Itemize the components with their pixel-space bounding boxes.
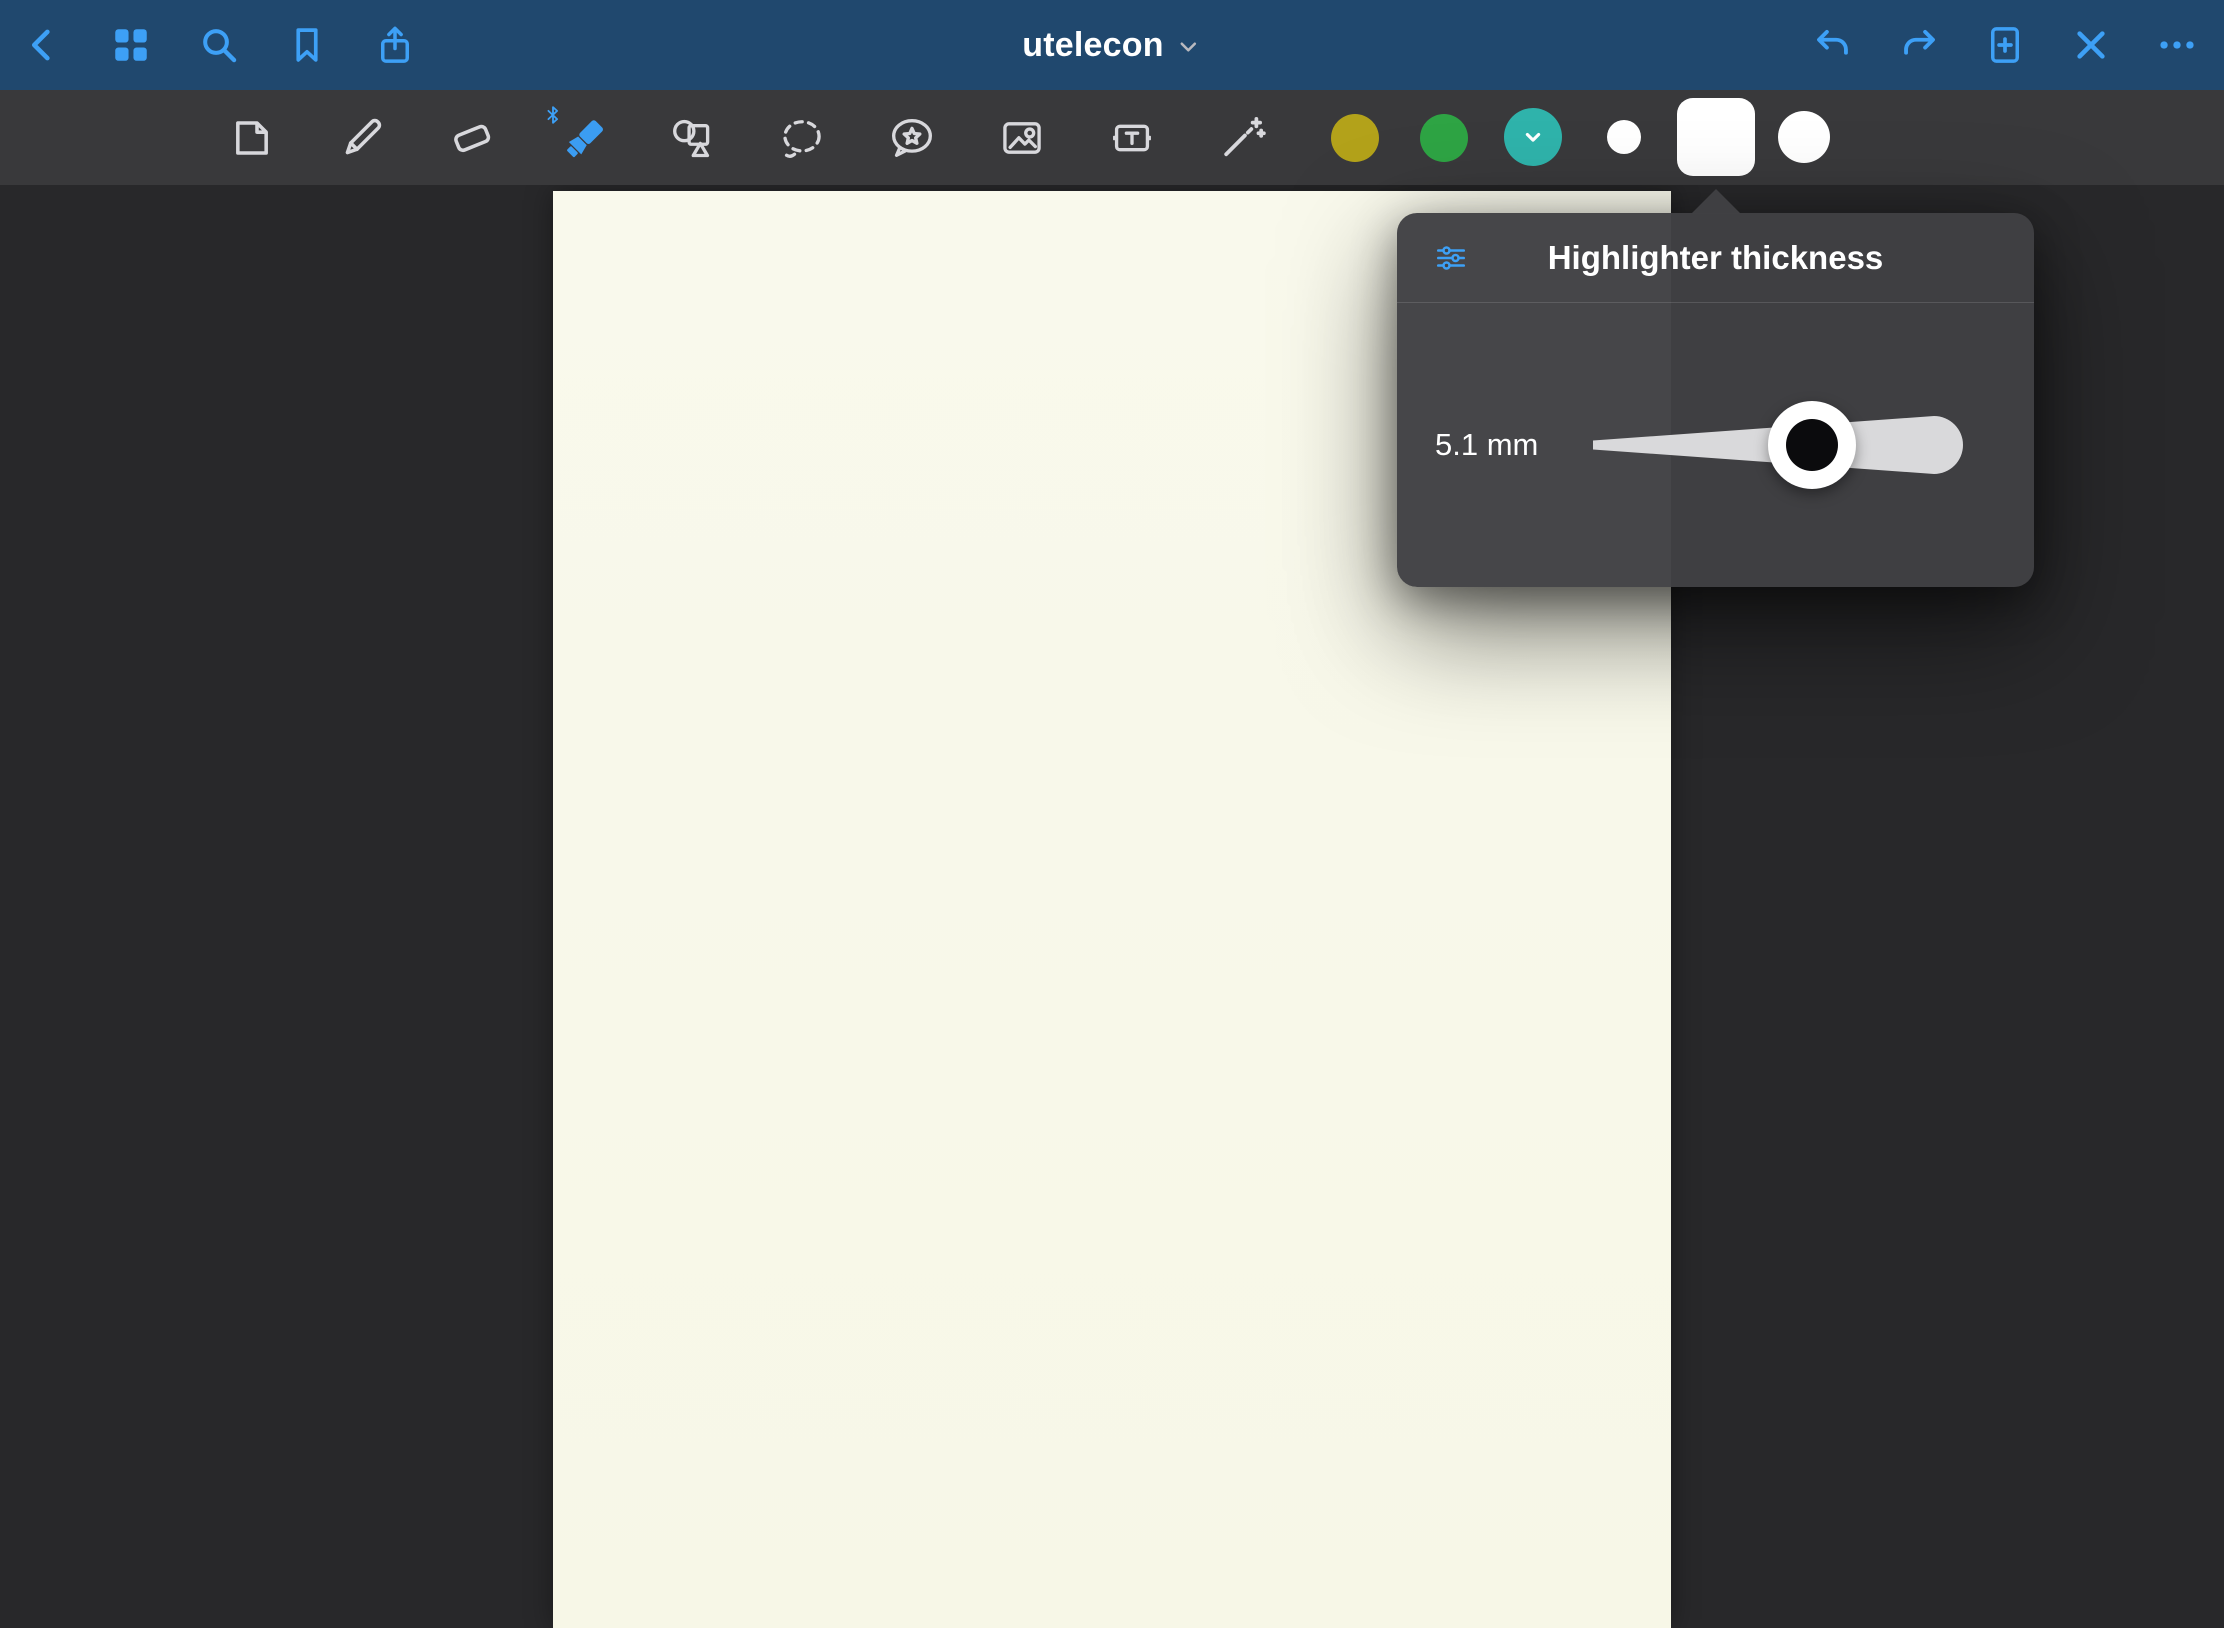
pen-icon bbox=[337, 113, 387, 163]
green-color-dot bbox=[1420, 114, 1468, 162]
sticker-star-icon bbox=[887, 113, 937, 163]
document-title-button[interactable]: utelecon bbox=[1016, 0, 1207, 90]
popup-callout-arrow bbox=[1691, 189, 1741, 214]
bookmark-button[interactable] bbox=[283, 21, 331, 69]
redo-icon bbox=[1898, 24, 1940, 66]
elements-tool[interactable] bbox=[880, 106, 944, 170]
popup-body: 5.1 mm bbox=[1397, 303, 2034, 587]
popup-header: Highlighter thickness bbox=[1397, 213, 2034, 303]
topbar-right-group bbox=[1809, 21, 2201, 69]
laser-pointer-icon bbox=[1217, 113, 1267, 163]
app-window: utelecon bbox=[0, 0, 2224, 1628]
thickness-dot-large bbox=[1778, 111, 1830, 163]
eraser-icon bbox=[447, 113, 497, 163]
shapes-icon bbox=[667, 113, 717, 163]
undo-button[interactable] bbox=[1809, 21, 1857, 69]
thickness-preset-small[interactable] bbox=[1607, 120, 1641, 154]
shapes-tool[interactable] bbox=[660, 106, 724, 170]
thickness-value-label: 5.1 mm bbox=[1435, 427, 1581, 463]
pen-tool[interactable] bbox=[330, 106, 394, 170]
thumbnails-grid-icon bbox=[110, 24, 152, 66]
share-icon bbox=[374, 24, 416, 66]
sliders-icon bbox=[1433, 240, 1469, 276]
zoom-window-tool[interactable] bbox=[220, 106, 284, 170]
yellow-color-dot bbox=[1331, 114, 1379, 162]
image-tool[interactable] bbox=[990, 106, 1054, 170]
laser-pointer-tool[interactable] bbox=[1210, 106, 1274, 170]
ellipsis-icon bbox=[2156, 24, 2198, 66]
thickness-preset-medium-selected[interactable] bbox=[1677, 98, 1755, 176]
chevron-down-icon bbox=[1176, 34, 1202, 60]
highlighter-tool[interactable] bbox=[550, 106, 614, 170]
tool-group bbox=[220, 106, 1274, 170]
more-button[interactable] bbox=[2153, 21, 2201, 69]
share-button[interactable] bbox=[371, 21, 419, 69]
undo-icon bbox=[1812, 24, 1854, 66]
thickness-preset-large[interactable] bbox=[1778, 111, 1830, 163]
text-icon bbox=[1107, 113, 1157, 163]
lasso-tool[interactable] bbox=[770, 106, 834, 170]
text-tool[interactable] bbox=[1100, 106, 1164, 170]
chevron-back-icon bbox=[22, 24, 64, 66]
slider-thumb[interactable] bbox=[1768, 401, 1856, 489]
search-button[interactable] bbox=[195, 21, 243, 69]
color-swatch-teal-selected[interactable] bbox=[1504, 108, 1562, 166]
topbar-left-group bbox=[19, 21, 419, 69]
highlighter-icon bbox=[557, 113, 607, 163]
close-button[interactable] bbox=[2067, 21, 2115, 69]
top-navigation-bar: utelecon bbox=[0, 0, 2224, 90]
thickness-dot-small bbox=[1607, 120, 1641, 154]
lasso-icon bbox=[777, 113, 827, 163]
image-icon bbox=[997, 113, 1047, 163]
search-icon bbox=[198, 24, 240, 66]
back-button[interactable] bbox=[19, 21, 67, 69]
eraser-tool[interactable] bbox=[440, 106, 504, 170]
color-swatch-yellow[interactable] bbox=[1331, 114, 1379, 162]
document-title: utelecon bbox=[1022, 26, 1163, 65]
bluetooth-icon bbox=[542, 104, 564, 126]
zoom-window-icon bbox=[227, 113, 277, 163]
highlighter-thickness-popup: Highlighter thickness 5.1 mm bbox=[1397, 213, 2034, 587]
redo-button[interactable] bbox=[1895, 21, 1943, 69]
popup-title: Highlighter thickness bbox=[1548, 239, 1884, 277]
bookmark-icon bbox=[286, 24, 328, 66]
add-page-icon bbox=[1984, 24, 2026, 66]
close-x-icon bbox=[2070, 24, 2112, 66]
chevron-down-icon bbox=[1518, 122, 1548, 152]
color-swatch-green[interactable] bbox=[1420, 114, 1468, 162]
thickness-slider[interactable] bbox=[1593, 397, 1969, 493]
tools-toolbar bbox=[0, 90, 2224, 185]
slider-thumb-dot bbox=[1786, 419, 1838, 471]
teal-color-dot bbox=[1504, 108, 1562, 166]
add-page-button[interactable] bbox=[1981, 21, 2029, 69]
thumbnails-button[interactable] bbox=[107, 21, 155, 69]
